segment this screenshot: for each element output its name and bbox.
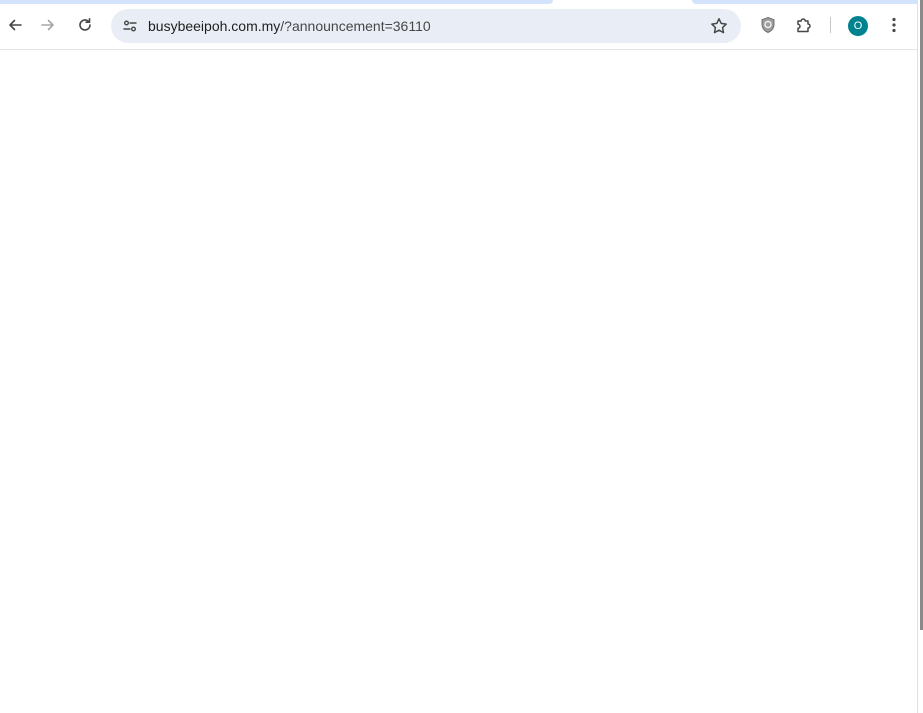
shield-icon xyxy=(761,16,775,34)
browser-toolbar: busybeeipoh.com.my/?announcement=36110 O xyxy=(0,4,917,50)
shield-extension-button[interactable] xyxy=(754,11,782,39)
forward-button[interactable] xyxy=(33,10,63,40)
more-vertical-icon xyxy=(892,17,896,33)
arrow-right-icon xyxy=(41,19,54,31)
extensions-button[interactable] xyxy=(790,11,818,39)
address-bar[interactable]: busybeeipoh.com.my/?announcement=36110 xyxy=(111,9,741,43)
back-button[interactable] xyxy=(0,10,30,40)
site-info-button[interactable] xyxy=(116,12,144,40)
url-path: /?announcement=36110 xyxy=(280,18,431,34)
page-content xyxy=(0,50,917,713)
profile-avatar[interactable]: O xyxy=(848,16,868,36)
star-icon xyxy=(711,18,727,34)
reload-button[interactable] xyxy=(70,10,100,40)
bookmark-button[interactable] xyxy=(705,12,733,40)
browser-menu-button[interactable] xyxy=(880,11,908,39)
puzzle-icon xyxy=(797,18,811,33)
tune-icon xyxy=(123,20,137,32)
reload-icon xyxy=(79,18,91,31)
url-text[interactable]: busybeeipoh.com.my/?announcement=36110 xyxy=(148,17,431,35)
arrow-left-icon xyxy=(9,19,22,31)
toolbar-divider xyxy=(830,17,831,33)
url-host: busybeeipoh.com.my xyxy=(148,18,281,34)
window-edge xyxy=(917,0,923,713)
browser-window: busybeeipoh.com.my/?announcement=36110 O xyxy=(0,0,923,713)
